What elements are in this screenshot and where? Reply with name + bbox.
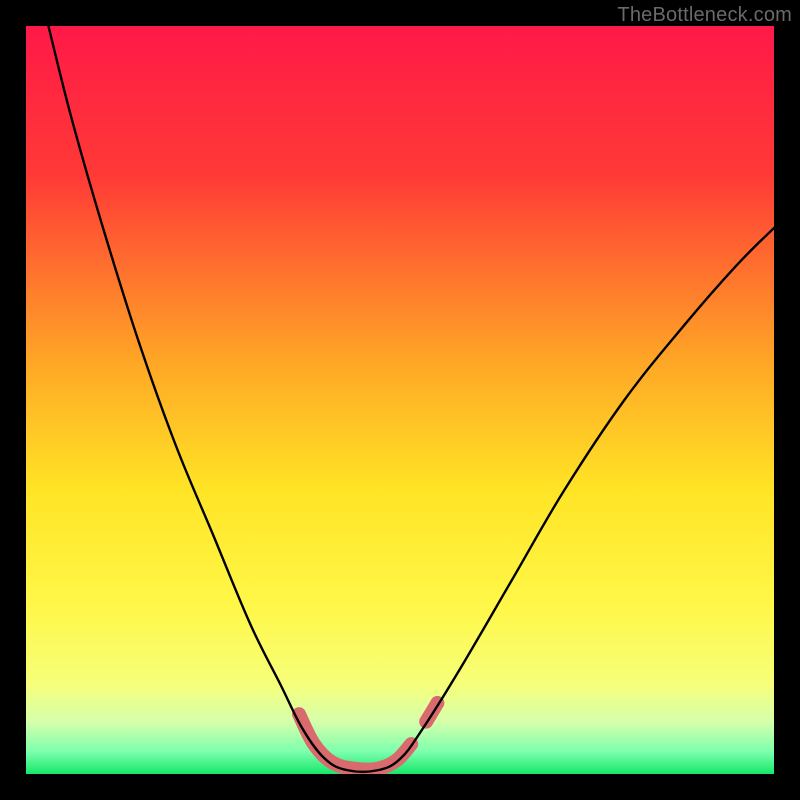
chart-canvas [26, 26, 774, 774]
chart-background [26, 26, 774, 774]
plot-area [26, 26, 774, 774]
chart-frame: TheBottleneck.com [0, 0, 800, 800]
watermark-text: TheBottleneck.com [617, 4, 792, 27]
